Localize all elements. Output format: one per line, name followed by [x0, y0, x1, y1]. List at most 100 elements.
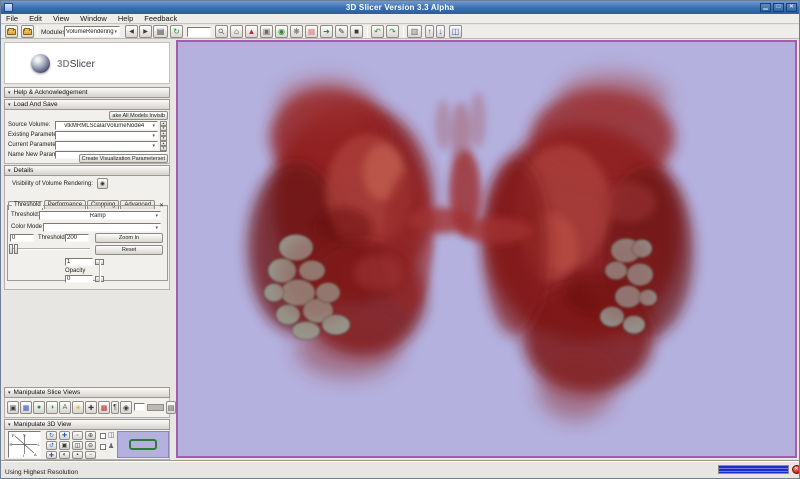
view-pan-button[interactable]: ✚	[59, 431, 70, 440]
view-rotate-button[interactable]: ↻	[46, 431, 57, 440]
create-visualization-parameterset-button[interactable]: Create Visualization Parameterset	[79, 154, 168, 163]
existing-parametersets-dropdown[interactable]: ▾	[55, 131, 158, 140]
modules-dropdown[interactable]: VolumeRendering ▾	[64, 26, 120, 37]
slice-annotation-button[interactable]: A	[59, 401, 71, 414]
slice-config-button[interactable]: ▤	[166, 401, 176, 414]
snapshot-down-button[interactable]: ↓	[436, 25, 445, 38]
close-button[interactable]: ✕	[786, 3, 797, 12]
view-dot-button[interactable]: ▪	[72, 451, 83, 459]
colors-module-button[interactable]: ▦	[305, 25, 318, 38]
save-scene-button[interactable]	[21, 25, 34, 38]
undo-button[interactable]: ↶	[371, 25, 384, 38]
zoom-in-button[interactable]: Zoom In	[95, 233, 163, 243]
view-pick-button[interactable]: ▫	[72, 431, 83, 440]
cancel-button[interactable]: ✕	[792, 465, 800, 474]
module-search-input[interactable]	[187, 27, 211, 37]
zoom-out-icon: ⊖	[88, 442, 93, 449]
current-parameterset-spinner[interactable]: ▲▼	[160, 141, 167, 150]
slice-photo-button[interactable]: ▣	[7, 401, 19, 414]
search-module-button[interactable]: ⚲	[215, 25, 228, 38]
load-scene-button[interactable]	[5, 25, 18, 38]
view-ruler-button[interactable]: −	[85, 451, 96, 459]
slice-half-button[interactable]: ◑	[46, 401, 58, 414]
source-volume-dropdown[interactable]: vtkMRMLScalarVolumeNode4 ▾	[55, 121, 158, 130]
orientation-compass[interactable]: S I R L P A	[8, 431, 41, 458]
threshold-slider-handle[interactable]	[9, 244, 13, 254]
navigation-preview[interactable]	[117, 431, 169, 458]
module-prev-button[interactable]: ◀	[125, 25, 138, 38]
threshold-type-dropdown[interactable]: Ramp ▾	[39, 211, 161, 220]
slice-star-button[interactable]: ✳	[72, 401, 84, 414]
view-move-button[interactable]: ✚	[46, 451, 57, 459]
models-module-button[interactable]: ▲	[245, 25, 258, 38]
menu-feedback[interactable]: Feedback	[144, 14, 177, 23]
menu-edit[interactable]: Edit	[29, 14, 42, 23]
section-manipulate-3d-view[interactable]: ▾ Manipulate 3D View	[4, 419, 170, 430]
close-group-button[interactable]: ✕	[159, 202, 164, 209]
stereo-checkbox[interactable]	[100, 433, 106, 439]
screen-capture-button[interactable]: ◫	[449, 25, 462, 38]
slice-visibility-button[interactable]: ●	[33, 401, 45, 414]
reset-button[interactable]: Reset	[95, 245, 163, 255]
logo-box: 3DSlicer	[4, 42, 170, 84]
section-manipulate-slice-views[interactable]: ▾ Manipulate Slice Views	[4, 387, 170, 398]
move-icon: ✚	[49, 452, 54, 459]
layout-button[interactable]: ▤	[153, 25, 168, 38]
slice-eye-button[interactable]: ◉	[120, 401, 132, 414]
current-parameterset-dropdown[interactable]: ▾	[55, 141, 158, 150]
refresh-button[interactable]: ↻	[170, 25, 183, 38]
letter-a-icon: A	[63, 404, 68, 411]
annotate-module-button[interactable]: ✎	[335, 25, 348, 38]
home-module-button[interactable]: ⌂	[230, 25, 243, 38]
existing-parametersets-spinner[interactable]: ▲▼	[160, 131, 167, 140]
editor-module-button[interactable]: ❋	[290, 25, 303, 38]
measure-module-button[interactable]: ■	[350, 25, 363, 38]
opacity-label: Opacity	[65, 268, 85, 274]
menu-window[interactable]: Window	[80, 14, 107, 23]
source-volume-spinner[interactable]: ▲▼	[160, 121, 167, 130]
figure-checkbox[interactable]	[100, 444, 106, 450]
slice-layers-button[interactable]: ▦	[20, 401, 32, 414]
snapshot-up-button[interactable]: ↑	[425, 25, 434, 38]
slice-opacity-field[interactable]	[134, 403, 145, 411]
save-snapshot-button[interactable]: ▥	[407, 25, 422, 38]
transforms-module-button[interactable]: ➜	[320, 25, 333, 38]
volumes-module-button[interactable]: ▣	[260, 25, 273, 38]
make-all-models-invisible-button[interactable]: ake All Models Invisib	[109, 111, 168, 120]
view-spin-button[interactable]: ↺	[46, 441, 57, 450]
maximize-button[interactable]: □	[773, 3, 784, 12]
view-photo-button[interactable]: ▣	[59, 441, 70, 450]
visibility-toggle-button[interactable]: ◉	[97, 178, 108, 189]
menu-help[interactable]: Help	[118, 14, 133, 23]
threshold-min-input[interactable]	[10, 234, 34, 242]
threshold-slider-track[interactable]	[10, 248, 90, 250]
threshold-slider-handle[interactable]	[14, 244, 18, 254]
section-details[interactable]: ▾ Details	[4, 165, 170, 176]
view-stereo-button[interactable]: ◫	[72, 441, 83, 450]
view-zoom-in-button[interactable]: ⊕	[85, 431, 96, 440]
3d-viewport[interactable]	[176, 40, 797, 458]
home-icon: ⌂	[234, 28, 239, 36]
opacity-bottom-input[interactable]	[65, 275, 93, 283]
opacity-slider-track[interactable]	[99, 260, 101, 282]
view-contrast-button[interactable]: ◐	[59, 451, 70, 459]
section-load-and-save[interactable]: ▾ Load And Save	[4, 99, 170, 110]
view-zoom-out-button[interactable]: ⊖	[85, 441, 96, 450]
menu-view[interactable]: View	[53, 14, 69, 23]
undo-icon: ↶	[374, 28, 381, 36]
slice-grid-button[interactable]: ▩	[98, 401, 110, 414]
module-next-button[interactable]: ▶	[139, 25, 152, 38]
slice-crosshair-button[interactable]: ✚	[85, 401, 97, 414]
slice-opacity-slider[interactable]	[147, 404, 164, 411]
green-sphere-icon: ◉	[278, 28, 285, 36]
section-help-acknowledgement[interactable]: ▾ Help & Acknowledgement	[4, 87, 170, 98]
redo-button[interactable]: ↷	[386, 25, 399, 38]
slice-label-button[interactable]: ¶	[111, 401, 119, 414]
color-mode-dropdown[interactable]: ▾	[43, 223, 161, 232]
threshold-max-input[interactable]	[65, 234, 89, 242]
opacity-top-input[interactable]	[65, 258, 93, 266]
menu-file[interactable]: File	[6, 14, 18, 23]
fiducials-module-button[interactable]: ◉	[275, 25, 288, 38]
window-titlebar[interactable]: 3D Slicer Version 3.3 Alpha ▁ □ ✕	[1, 1, 799, 14]
minimize-button[interactable]: ▁	[760, 3, 771, 12]
